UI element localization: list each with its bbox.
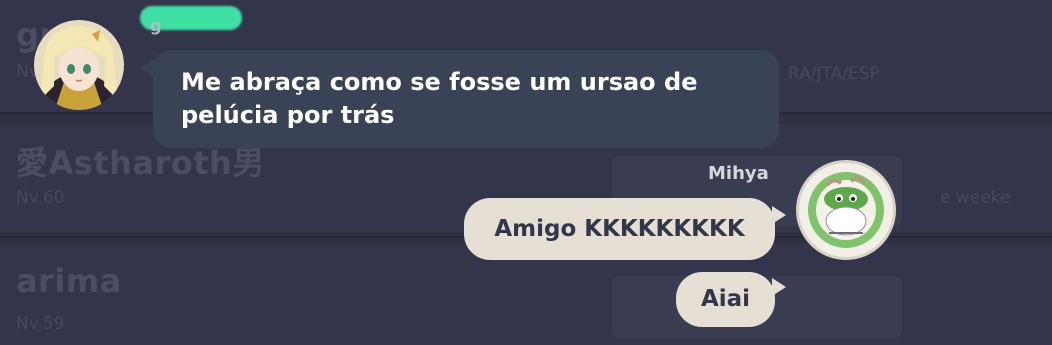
outgoing-message-bubble[interactable]: Amigo KKKKKKKKK xyxy=(464,198,775,260)
incoming-avatar[interactable] xyxy=(34,20,124,110)
bubble-tail xyxy=(772,278,786,296)
outgoing-message-bubble[interactable]: Aiai xyxy=(676,272,775,327)
incoming-sender-name: g xyxy=(150,16,162,35)
incoming-message-bubble[interactable]: Me abraça como se fosse um ursao de pelú… xyxy=(153,50,779,148)
background-player-level: Nv.59 xyxy=(16,314,65,334)
message-text: Amigo KKKKKKKKK xyxy=(494,216,745,242)
message-text: pelúcia por trás xyxy=(181,101,395,129)
background-player-info: RA/JTA/ESP xyxy=(788,64,880,84)
background-player-name: arima xyxy=(16,262,122,300)
bubble-tail xyxy=(772,206,786,224)
background-player-level: Nv.60 xyxy=(16,188,65,208)
message-text: Aiai xyxy=(700,286,751,312)
outgoing-sender-name: Mihya xyxy=(708,163,769,184)
background-player-info: e weeke xyxy=(940,188,1011,208)
outgoing-avatar[interactable] xyxy=(796,160,896,260)
bubble-tail xyxy=(140,58,156,78)
message-text: Me abraça como se fosse um ursao de xyxy=(181,68,698,96)
character-portrait-icon xyxy=(34,20,124,110)
character-portrait-icon xyxy=(808,172,884,248)
